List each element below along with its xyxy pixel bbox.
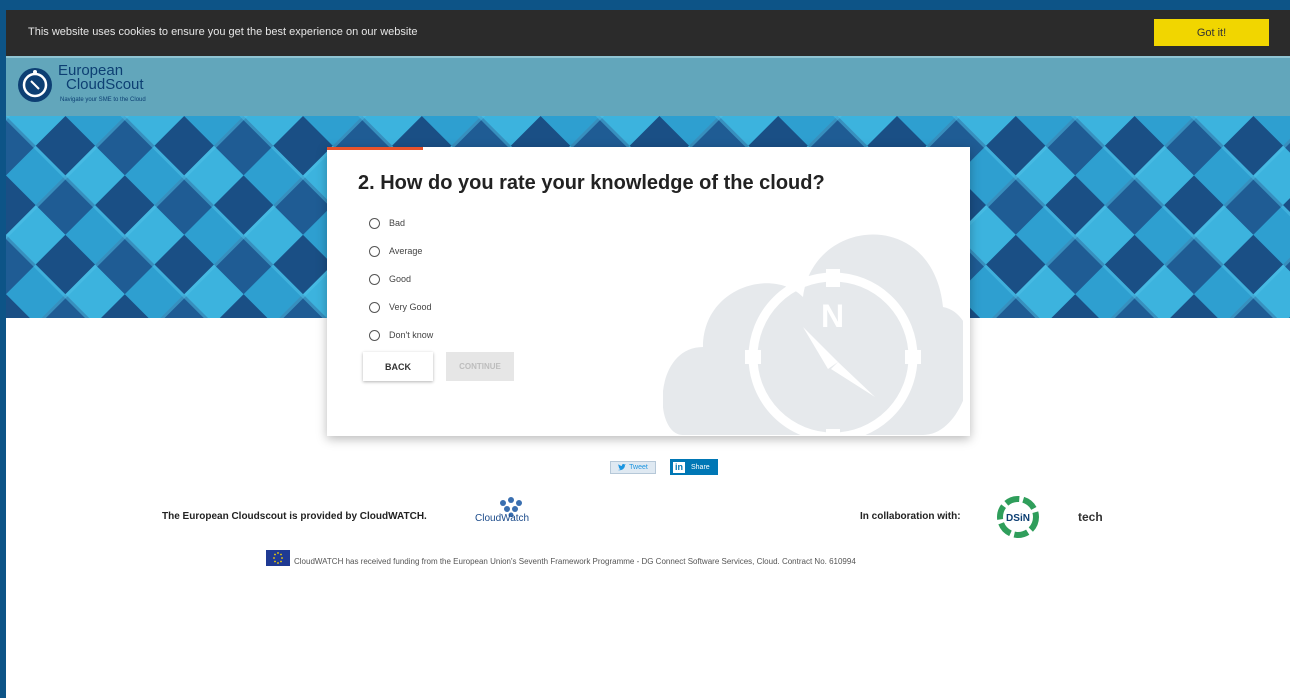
back-button[interactable]: BACK bbox=[363, 352, 433, 381]
option-label: Average bbox=[389, 246, 423, 256]
svg-text:N: N bbox=[821, 298, 844, 334]
option-label: Very Good bbox=[389, 302, 432, 312]
dsin-ring-icon: DSiN bbox=[997, 496, 1039, 538]
option-label: Good bbox=[389, 274, 412, 284]
option-average[interactable]: Average bbox=[369, 237, 433, 265]
progress-bar bbox=[327, 147, 423, 150]
question-card: N 2. How do you rate your knowledge of t… bbox=[327, 147, 970, 436]
provided-by-text: The European Cloudscout is provided by C… bbox=[162, 511, 427, 522]
share-label: Share bbox=[691, 463, 710, 471]
radio-button[interactable] bbox=[369, 245, 380, 257]
tech-logo[interactable]: tech bbox=[1078, 510, 1103, 524]
dsin-logo[interactable]: DSiN bbox=[996, 495, 1040, 544]
radio-button[interactable] bbox=[369, 217, 380, 229]
collaboration-text: In collaboration with: bbox=[860, 511, 961, 522]
radio-button[interactable] bbox=[369, 301, 380, 313]
site-header: European CloudScout Navigate your SME to… bbox=[6, 56, 1290, 116]
continue-button[interactable]: CONTINUE bbox=[446, 352, 514, 381]
linkedin-share-button[interactable]: in Share bbox=[670, 459, 718, 475]
cloudwatch-logo-text: CloudWatch bbox=[475, 513, 530, 524]
site-logo[interactable]: European CloudScout Navigate your SME to… bbox=[14, 63, 146, 110]
question-title: 2. How do you rate your knowledge of the… bbox=[358, 172, 825, 194]
logo-tagline: Navigate your SME to the Cloud bbox=[60, 97, 146, 103]
radio-button[interactable] bbox=[369, 273, 380, 285]
cookie-bar: This website uses cookies to ensure you … bbox=[6, 10, 1290, 56]
page: This website uses cookies to ensure you … bbox=[6, 10, 1290, 698]
option-very-good[interactable]: Very Good bbox=[369, 293, 433, 321]
tweet-label: Tweet bbox=[629, 464, 648, 471]
tweet-button[interactable]: Tweet bbox=[610, 461, 656, 474]
answer-options: Bad Average Good Very Good Don't know bbox=[369, 209, 433, 349]
linkedin-icon: in bbox=[673, 461, 685, 473]
cookie-accept-button[interactable]: Got it! bbox=[1154, 19, 1269, 46]
option-bad[interactable]: Bad bbox=[369, 209, 433, 237]
radio-button[interactable] bbox=[369, 329, 380, 341]
eu-flag-icon bbox=[266, 550, 290, 566]
twitter-icon bbox=[618, 464, 627, 471]
cloudwatch-logo[interactable]: CloudWatch bbox=[471, 497, 546, 533]
option-good[interactable]: Good bbox=[369, 265, 433, 293]
option-dont-know[interactable]: Don't know bbox=[369, 321, 433, 349]
option-label: Don't know bbox=[389, 330, 434, 340]
funding-notice: CloudWATCH has received funding from the… bbox=[294, 557, 856, 566]
logo-title-line2: CloudScout bbox=[66, 76, 144, 93]
option-label: Bad bbox=[389, 218, 406, 228]
cloud-compass-icon: N bbox=[663, 234, 963, 436]
compass-cloud-icon bbox=[18, 68, 52, 102]
cookie-message: This website uses cookies to ensure you … bbox=[28, 26, 418, 38]
dsin-logo-text: DSiN bbox=[1006, 513, 1030, 524]
